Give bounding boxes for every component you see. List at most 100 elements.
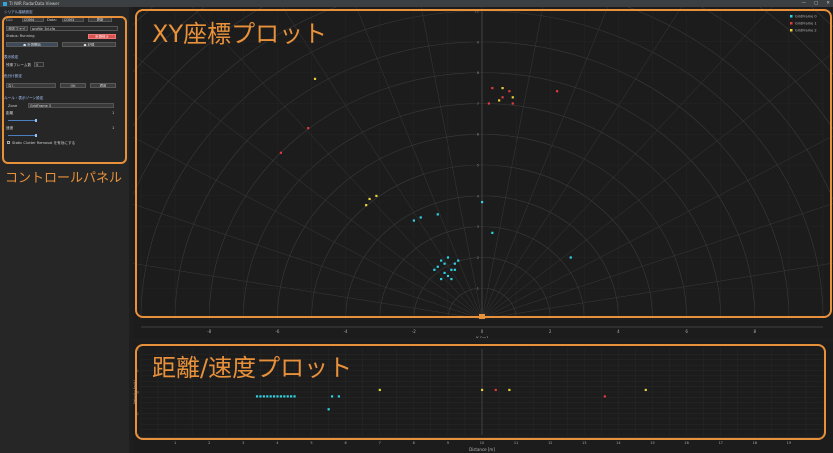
legend-label: GridFrame 0 <box>795 15 817 19</box>
y-axis-label: Velocity [m/s] <box>133 379 137 404</box>
data-point <box>375 194 378 197</box>
x-tick-label: 2 <box>549 329 552 334</box>
xy-plot-canvas[interactable]: -8-6-4-20246812345678910X [m]GridFrame 0… <box>4 0 833 342</box>
data-point <box>501 87 504 90</box>
range-velocity-plot-annotation: 距離/速度プロット <box>152 354 353 382</box>
y-tick-label: 3 <box>477 225 479 229</box>
app-icon <box>3 1 7 6</box>
legend-label: GridFrame 2 <box>795 29 817 33</box>
data-point <box>440 277 443 281</box>
data-point <box>368 197 371 201</box>
data-point <box>290 395 293 398</box>
y-tick-label: 9 <box>477 40 479 44</box>
x-tick-label: 2 <box>208 441 210 445</box>
conn-section-title: シリアル接続設定 <box>4 10 33 14</box>
y-tick-label: 2 <box>137 348 139 352</box>
maximize-button[interactable]: □ <box>814 1 818 6</box>
data-point <box>313 77 317 80</box>
data-point <box>508 90 511 93</box>
x-tick-label: 15 <box>650 441 654 445</box>
control-panel: シリアル接続設定 CLI: COM4 Data: COM3 更新 設定ファイル … <box>0 7 129 453</box>
x-tick-label: 18 <box>753 441 757 445</box>
data-point <box>266 395 269 398</box>
data-point <box>446 256 450 259</box>
data-point <box>556 90 559 93</box>
data-point <box>262 395 265 398</box>
y-tick-label: 0 <box>137 391 139 395</box>
close-button[interactable]: ✕ <box>826 1 830 6</box>
data-point <box>276 395 279 398</box>
data-point <box>279 395 283 398</box>
data-point <box>307 127 310 130</box>
data-point <box>365 204 368 207</box>
data-point <box>498 99 501 102</box>
x-axis-label: Distance [m] <box>469 447 495 452</box>
data-point <box>494 388 497 392</box>
x-tick-label: 4 <box>617 329 620 334</box>
minimize-button[interactable]: — <box>801 1 806 6</box>
x-tick-label: 10 <box>480 441 484 445</box>
data-point <box>457 259 460 262</box>
y-tick-label: 8 <box>477 71 479 75</box>
data-point <box>327 408 330 411</box>
xy-plot[interactable]: -8-6-4-20246812345678910X [m]GridFrame 0… <box>4 0 833 342</box>
x-tick-label: 14 <box>616 441 621 445</box>
data-point <box>644 388 647 392</box>
x-tick-label: -4 <box>344 329 348 334</box>
window-controls: — □ ✕ <box>801 1 830 6</box>
y-tick-label: 10 <box>475 10 479 14</box>
legend-swatch <box>790 22 793 25</box>
y-tick-label: 2 <box>477 256 479 260</box>
x-tick-label: 17 <box>718 441 722 445</box>
data-point <box>491 231 494 234</box>
data-point <box>412 219 415 222</box>
data-point <box>446 274 450 278</box>
y-tick-label: 1 <box>477 287 479 291</box>
data-point <box>511 102 514 105</box>
data-point <box>436 265 439 268</box>
y-tick-label: -2 <box>136 434 140 438</box>
data-point <box>283 395 286 398</box>
legend-swatch <box>790 29 793 32</box>
x-tick-label: 5 <box>310 441 312 445</box>
x-tick-label: 8 <box>754 329 757 334</box>
data-point <box>279 151 283 154</box>
x-tick-label: 0 <box>481 329 484 334</box>
data-point <box>508 388 511 392</box>
x-tick-label: 13 <box>582 441 586 445</box>
data-point <box>603 395 606 398</box>
control-panel-highlight <box>2 16 127 164</box>
sensor-origin-marker <box>479 314 485 319</box>
data-point <box>272 395 276 398</box>
data-point <box>255 395 259 398</box>
y-tick-label: 5 <box>477 164 479 168</box>
data-point <box>337 395 340 398</box>
data-point <box>450 277 453 281</box>
data-point <box>450 268 453 271</box>
data-point <box>443 262 446 265</box>
control-panel-annotation: コントロールパネル <box>5 171 123 186</box>
data-point <box>487 102 491 105</box>
x-tick-label: 12 <box>548 441 552 445</box>
data-point <box>481 200 484 204</box>
y-tick-label: 1 <box>137 369 139 373</box>
x-axis-label: X [m] <box>476 336 489 338</box>
window-title: TI IWR RadarData Viewer <box>9 1 60 6</box>
x-tick-label: 11 <box>514 441 518 445</box>
y-tick-label: 6 <box>477 133 479 137</box>
legend-swatch <box>790 15 793 18</box>
title-bar: TI IWR RadarData Viewer — □ ✕ <box>0 0 833 7</box>
data-point <box>259 395 262 398</box>
data-point <box>293 395 296 398</box>
x-tick-label: 6 <box>344 441 346 445</box>
data-point <box>491 87 494 90</box>
x-tick-label: 1 <box>174 441 176 445</box>
data-point <box>453 262 456 265</box>
data-point <box>440 259 443 262</box>
x-tick-label: 8 <box>413 441 415 445</box>
x-tick-label: 19 <box>787 441 791 445</box>
data-point <box>433 268 436 271</box>
x-tick-label: 3 <box>242 441 244 445</box>
x-tick-label: 7 <box>379 441 381 445</box>
data-point <box>501 96 504 99</box>
